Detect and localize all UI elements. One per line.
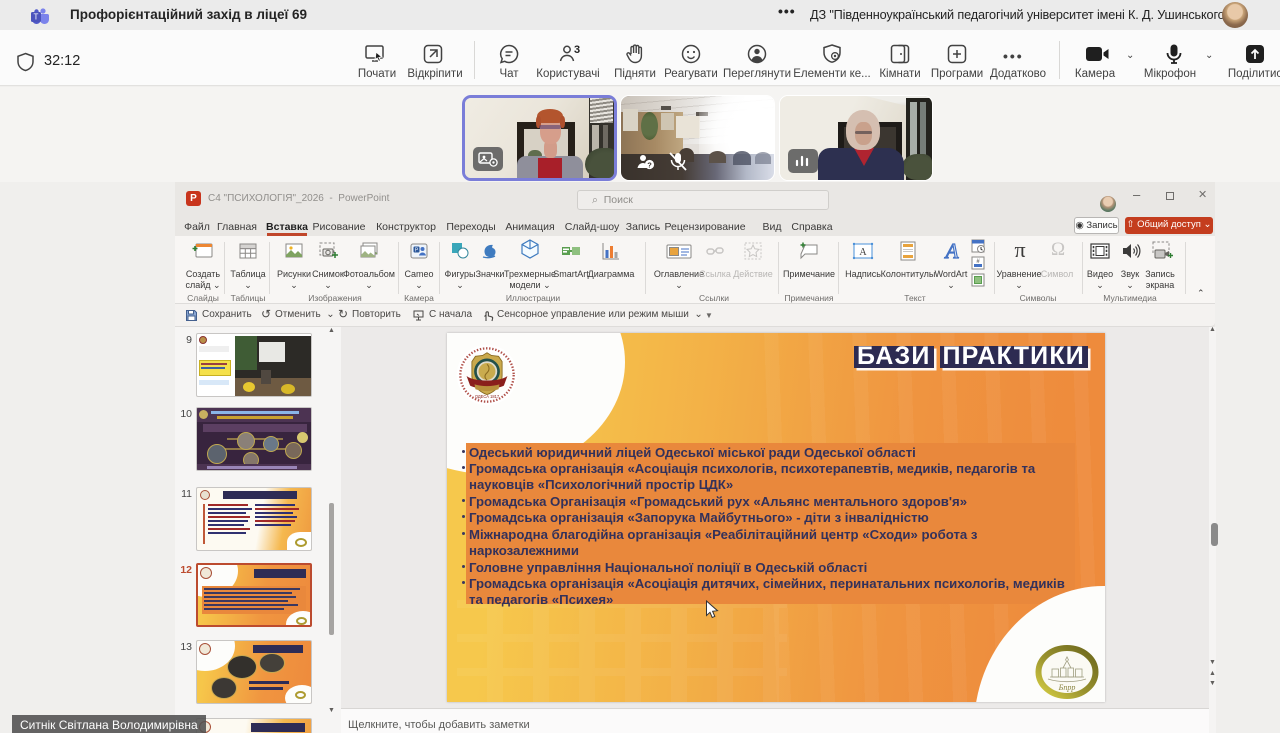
svg-text:Бпрр: Бпрр (1058, 683, 1076, 692)
svg-text:A: A (944, 239, 959, 263)
svg-text:ОДЕСА 1817: ОДЕСА 1817 (475, 394, 500, 399)
svg-text:?: ? (647, 161, 652, 170)
svg-text:A: A (859, 247, 867, 258)
svg-text:T: T (34, 13, 39, 22)
